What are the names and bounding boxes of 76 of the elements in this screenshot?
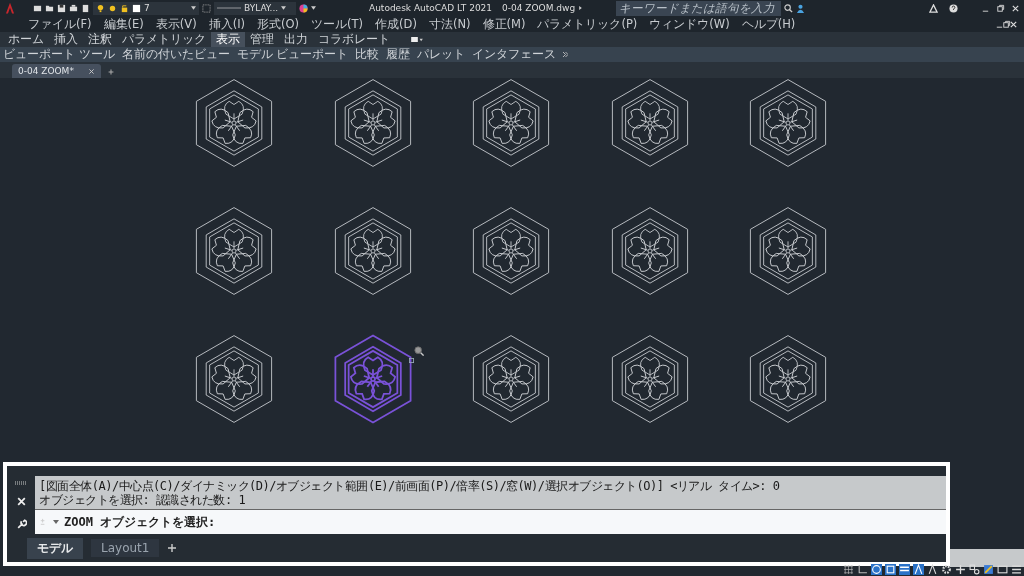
menu-item[interactable]: 修正(M) (482, 16, 526, 32)
snap-grid-icon[interactable] (843, 564, 854, 575)
app-title: Autodesk AutoCAD LT 2021 (369, 3, 493, 13)
caret-icon[interactable] (311, 6, 316, 10)
chevron-icon[interactable] (563, 52, 569, 57)
menu-item[interactable]: 作成(D) (375, 16, 417, 32)
ribbon-tab[interactable]: コラボレート (313, 32, 395, 47)
print-icon[interactable] (69, 3, 78, 13)
layout-tab[interactable]: Layout1 (91, 539, 160, 557)
fullscreen-icon[interactable] (997, 564, 1008, 575)
close-icon[interactable] (1009, 19, 1018, 29)
file-name: 0-04 ZOOM.dwg (502, 3, 576, 13)
lineweight-icon[interactable] (899, 564, 910, 575)
ribbon-panel-title[interactable]: インタフェース (472, 47, 557, 62)
ribbon-panel-title[interactable]: 比較 (355, 47, 380, 62)
ribbon-tab[interactable]: 注釈 (83, 32, 117, 47)
gear-icon[interactable] (941, 564, 952, 575)
app-logo-icon[interactable] (4, 1, 16, 15)
caret-icon[interactable] (53, 520, 59, 524)
restore-icon[interactable] (996, 3, 1005, 13)
caret-icon (191, 6, 196, 10)
menu-item[interactable]: ウィンドウ(W) (649, 16, 730, 32)
menu-item[interactable]: 形式(O) (257, 16, 300, 32)
ribbon-tab[interactable]: 出力 (279, 32, 313, 47)
new-file-icon[interactable] (33, 3, 42, 13)
color-wheel-icon[interactable] (299, 3, 308, 13)
color-swatch-icon (132, 3, 141, 13)
caret-icon (281, 6, 287, 10)
bulb-icon (96, 3, 105, 13)
menu-item[interactable]: 表示(V) (155, 16, 197, 32)
drag-handle-icon[interactable] (14, 481, 28, 486)
command-history-line: [図面全体(A)/中心点(C)/ダイナミック(D)/オブジェクト範囲(E)/前画面(P)/倍率(S)/窓(W)/選択オブジェクト(O)] <リアル タイム>: 0 (39, 478, 781, 493)
ribbon-tab[interactable]: パラメトリック (117, 32, 211, 47)
menu-item[interactable]: ヘルプ(H) (741, 16, 796, 32)
command-history-line: オブジェクトを選択: 認識された数: 1 (39, 492, 247, 507)
menu-item[interactable]: ファイル(F) (28, 16, 92, 32)
arrow-icon[interactable] (578, 6, 584, 10)
wrench-icon[interactable] (15, 517, 27, 529)
save-icon[interactable] (57, 3, 66, 13)
zoom-cursor-icon (414, 346, 424, 356)
drawing-canvas[interactable]: [図面全体(A)/中心点(C)/ダイナミック(D)/オブジェクト範囲(E)/前画面(P)/倍率(S)/窓(W)/選択オブジェクト(O)] <リアル タイム>: 0 オブジェクトを選択: 認識された数: 1 ZOOM オブジェクトを選択: モデル Layout1 (0, 78, 1024, 576)
layout-tab[interactable]: モデル (27, 537, 83, 559)
line-icon (217, 6, 241, 10)
menu-item[interactable]: ツール(T) (311, 16, 364, 32)
pattern-icon[interactable] (202, 3, 211, 13)
menu-item[interactable]: パラメトリック(P) (537, 16, 638, 32)
help-icon[interactable] (949, 3, 958, 13)
panel-toggle-icon[interactable] (411, 37, 423, 42)
plus-icon[interactable] (955, 564, 966, 575)
layer-dropdown[interactable]: 7 (93, 1, 199, 15)
close-icon[interactable] (1011, 3, 1020, 13)
search-field[interactable]: キーワードまたは語句を入力 (616, 0, 782, 16)
user-icon[interactable] (796, 3, 806, 13)
sun-icon (108, 3, 117, 13)
command-input-field[interactable]: ZOOM オブジェクトを選択: (35, 510, 946, 534)
menu-icon[interactable] (1011, 564, 1022, 575)
ribbon-tab[interactable]: 表示 (211, 32, 245, 47)
add-tab-icon[interactable] (106, 68, 115, 76)
ribbon-panel-title[interactable]: 履歴 (386, 47, 411, 62)
ribbon-panel-title[interactable]: パレット (417, 47, 466, 62)
ribbon-panel-title[interactable]: モデル ビューポート (236, 47, 349, 62)
ribbon-tab[interactable]: ホーム (3, 32, 49, 47)
menu-item[interactable]: 編集(E) (103, 16, 144, 32)
folder-icon[interactable] (45, 3, 54, 13)
restore-icon[interactable] (1002, 19, 1011, 29)
add-layout-icon[interactable] (167, 543, 178, 553)
search-icon[interactable] (784, 3, 794, 13)
menu-item[interactable]: 寸法(N) (428, 16, 471, 32)
file-tab[interactable]: 0-04 ZOOM* (12, 64, 101, 78)
ribbon-tab[interactable]: 挿入 (49, 32, 83, 47)
menu-item[interactable]: 挿入(I) (208, 16, 246, 32)
ribbon-tab[interactable]: 管理 (245, 32, 279, 47)
lock-icon (120, 3, 129, 13)
ribbon-panel-title[interactable]: ビューポート ツール (3, 47, 115, 62)
ribbon-panel-title[interactable]: 名前の付いたビュー (121, 47, 230, 62)
linetype-dropdown[interactable]: BYLAY... (214, 1, 296, 15)
